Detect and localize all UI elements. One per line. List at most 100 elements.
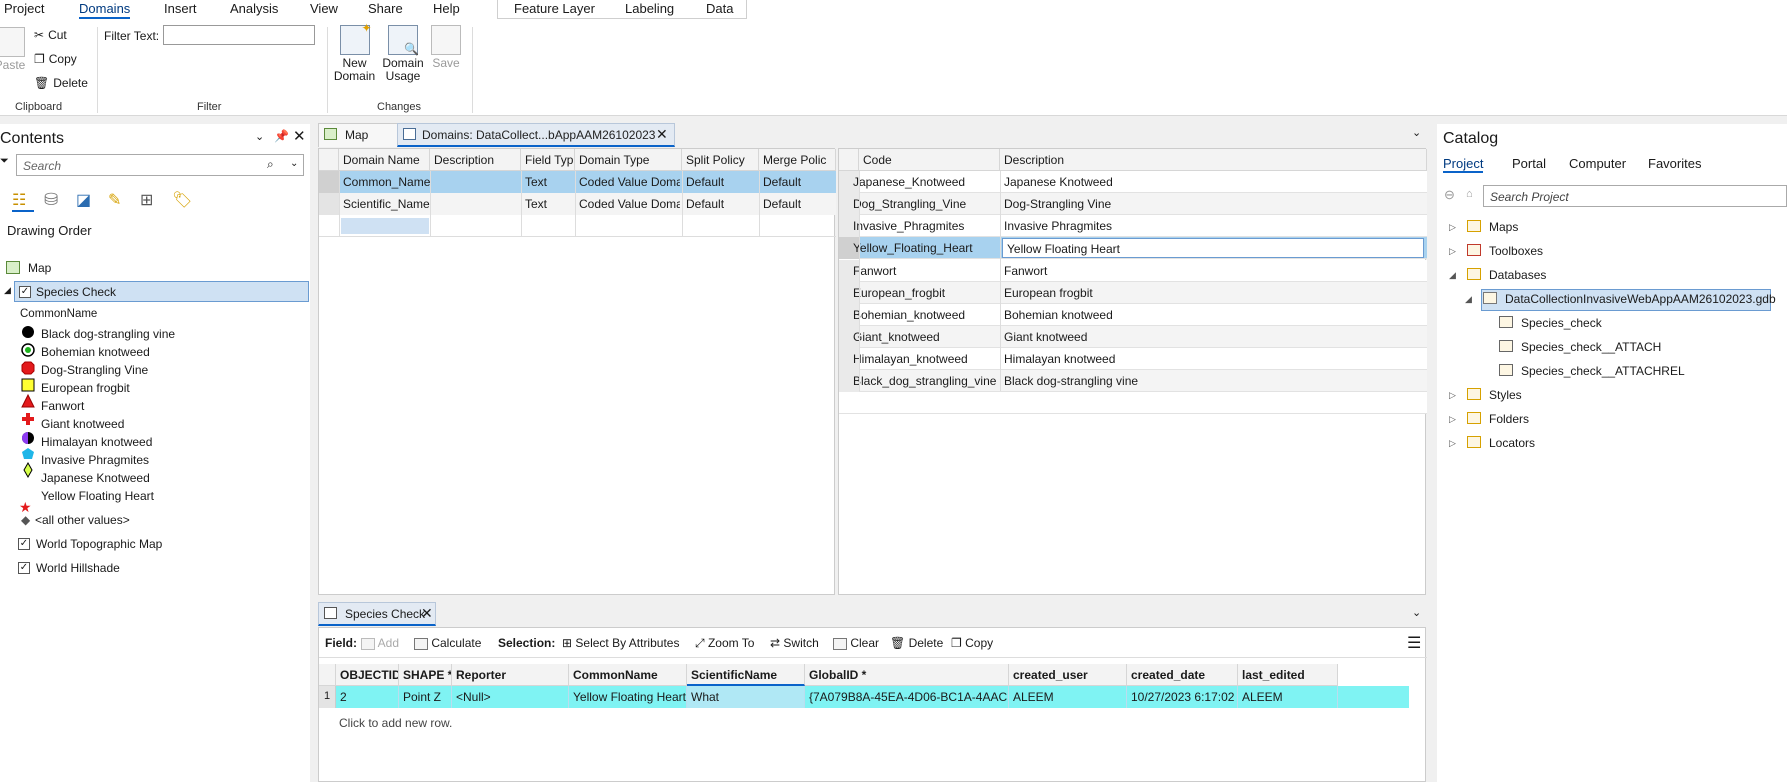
table-row[interactable]: Bohemian_knotweed Bohemian knotweed — [839, 304, 1427, 326]
catalog-item[interactable]: Maps — [1489, 220, 1518, 234]
new-code-row[interactable] — [839, 392, 1427, 414]
layer-visibility-checkbox[interactable]: ✓ — [19, 286, 31, 298]
basemap-visibility-checkbox[interactable]: ✓ — [18, 538, 30, 550]
tab-insert[interactable]: Insert — [164, 1, 197, 16]
code-cell[interactable]: Giant_knotweed — [853, 330, 998, 344]
list-by-snapping-icon[interactable]: ⊞ — [140, 190, 153, 210]
table-row[interactable]: Fanwort Fanwort — [839, 260, 1427, 282]
description-cell[interactable]: Giant knotweed — [1004, 330, 1424, 344]
catalog-tab-portal[interactable]: Portal — [1512, 156, 1546, 171]
list-by-selection-icon[interactable]: ◪ — [76, 190, 91, 210]
table-cell[interactable]: 2 — [336, 686, 399, 708]
code-cell[interactable]: Bohemian_knotweed — [853, 308, 998, 322]
layer-species-check[interactable]: ◢ ✓ Species Check — [4, 281, 309, 302]
table-cell[interactable]: <Null> — [452, 686, 569, 708]
table-menu-icon[interactable]: ☰ — [1407, 633, 1421, 653]
zoom-to-button[interactable]: ⤢ Zoom To — [695, 636, 754, 651]
table-row[interactable]: Japanese_Knotweed Japanese Knotweed — [839, 171, 1427, 193]
table-cell[interactable]: ALEEM — [1238, 686, 1338, 708]
tab-domains-view[interactable]: Domains: DataCollect...bAppAAM26102023 ✕ — [397, 123, 675, 147]
description-cell[interactable]: Himalayan knotweed — [1004, 352, 1424, 366]
description-cell[interactable]: Black dog-strangling vine — [1004, 374, 1424, 388]
list-by-drawing-order-icon[interactable]: ☷ — [12, 190, 34, 212]
chevron-down-icon[interactable]: ⌄ — [290, 158, 298, 169]
table-cell[interactable]: ALEEM — [1009, 686, 1127, 708]
column-header[interactable]: created_date — [1127, 664, 1238, 686]
column-header[interactable]: Description — [1000, 149, 1427, 171]
code-cell[interactable]: Fanwort — [853, 264, 998, 278]
table-row[interactable]: Giant_knotweed Giant knotweed — [839, 326, 1427, 348]
clear-button[interactable]: Clear — [833, 636, 879, 650]
tab-labeling[interactable]: Labeling — [625, 1, 674, 16]
table-cell[interactable]: {7A079B8A-45EA-4D06-BC1A-4AAC18684B20} — [805, 686, 1009, 708]
new-domain-button[interactable]: ✦ New Domain — [332, 22, 377, 83]
expand-triangle-icon[interactable]: ▷ — [1449, 438, 1456, 449]
column-header[interactable]: CommonName — [569, 664, 687, 686]
cut-button[interactable]: ✂ Cut — [34, 28, 67, 42]
add-new-row-prompt[interactable]: Click to add new row. — [339, 716, 452, 730]
catalog-item[interactable]: Toolboxes — [1489, 244, 1543, 258]
table-row[interactable]: 1 2 Point Z <Null> Yellow Floating Heart Wha… — [319, 686, 1409, 708]
code-cell[interactable]: Dog_Strangling_Vine — [853, 197, 998, 211]
table-cell[interactable]: 10/27/2023 6:17:02 AM — [1127, 686, 1238, 708]
tab-view[interactable]: View — [310, 1, 338, 16]
catalog-tab-favorites[interactable]: Favorites — [1648, 156, 1701, 171]
column-header[interactable]: ScientificName — [687, 664, 805, 686]
chevron-down-icon[interactable]: ⌄ — [1412, 126, 1421, 139]
table-row[interactable]: Yellow_Floating_Heart Yellow Floating He… — [839, 237, 1427, 259]
switch-button[interactable]: ⇄ Switch — [770, 636, 819, 650]
code-cell[interactable]: European_frogbit — [853, 286, 998, 300]
calculate-button[interactable]: Calculate — [414, 636, 481, 650]
catalog-item[interactable]: Styles — [1489, 388, 1522, 402]
table-row[interactable]: Himalayan_knotweed Himalayan knotweed — [839, 348, 1427, 370]
column-header[interactable]: Description — [430, 149, 521, 171]
save-button[interactable]: Save — [430, 25, 462, 70]
close-icon[interactable]: ✕ — [293, 127, 306, 145]
hillshade-visibility-checkbox[interactable]: ✓ — [18, 562, 30, 574]
layer-world-hillshade[interactable]: World Hillshade — [36, 561, 120, 575]
column-header[interactable]: Code — [859, 149, 1000, 171]
tab-help[interactable]: Help — [433, 1, 460, 16]
back-arrow-icon[interactable]: ⊖ — [1444, 187, 1455, 203]
close-icon[interactable]: ✕ — [421, 605, 433, 622]
description-cell[interactable]: Invasive Phragmites — [1004, 219, 1424, 233]
copy-selected-button[interactable]: ❐ Copy — [951, 636, 993, 650]
code-cell[interactable]: Yellow_Floating_Heart — [853, 241, 998, 255]
tab-data[interactable]: Data — [706, 1, 733, 16]
close-icon[interactable]: ✕ — [656, 126, 668, 143]
tab-analysis[interactable]: Analysis — [230, 1, 278, 16]
layer-world-topographic-map[interactable]: World Topographic Map — [36, 537, 162, 551]
list-by-labeling-icon[interactable]: 🏷 — [172, 190, 192, 210]
catalog-search-box[interactable]: Search Project — [1483, 185, 1787, 207]
chevron-down-icon[interactable]: ⌄ — [255, 130, 264, 143]
contents-search-box[interactable]: Search ⌕ ⌄ — [16, 154, 304, 176]
tab-feature-layer[interactable]: Feature Layer — [514, 1, 595, 16]
filter-text-input[interactable] — [163, 25, 315, 45]
table-cell[interactable]: Yellow Floating Heart — [569, 686, 687, 708]
table-row[interactable]: Invasive_Phragmites Invasive Phragmites — [839, 215, 1427, 237]
table-row[interactable]: European_frogbit European frogbit — [839, 282, 1427, 304]
list-by-editing-icon[interactable]: ✎ — [108, 190, 121, 210]
column-header[interactable]: Domain Type — [575, 149, 682, 171]
chevron-down-icon[interactable]: ⌄ — [1412, 606, 1421, 619]
column-header[interactable]: Merge Polic — [759, 149, 836, 171]
tab-attribute-table[interactable]: Species Check ✕ — [318, 602, 436, 626]
select-by-attributes-button[interactable]: ⊞ Select By Attributes — [562, 636, 679, 650]
column-header[interactable]: GlobalID * — [805, 664, 1009, 686]
column-header[interactable]: last_edited — [1238, 664, 1338, 686]
column-header[interactable]: Split Policy — [682, 149, 759, 171]
description-edit-field[interactable]: Yellow Floating Heart — [1002, 238, 1424, 258]
list-by-source-icon[interactable]: ⛁ — [44, 190, 58, 210]
delete-button[interactable]: 🗑 Delete — [34, 76, 88, 90]
domain-usage-button[interactable]: 🔍 Domain Usage — [380, 25, 426, 83]
column-header[interactable]: created_user — [1009, 664, 1127, 686]
description-cell[interactable]: European frogbit — [1004, 286, 1424, 300]
tab-share[interactable]: Share — [368, 1, 403, 16]
expand-triangle-icon[interactable]: ◢ — [1465, 294, 1472, 305]
expand-triangle-icon[interactable]: ▷ — [1449, 414, 1456, 425]
column-header[interactable]: Reporter — [452, 664, 569, 686]
column-header[interactable]: Field Typ — [521, 149, 575, 171]
delete-selected-button[interactable]: 🗑 Delete — [890, 636, 943, 650]
tab-project[interactable]: Project — [4, 1, 44, 16]
tab-domains[interactable]: Domains — [79, 1, 131, 19]
